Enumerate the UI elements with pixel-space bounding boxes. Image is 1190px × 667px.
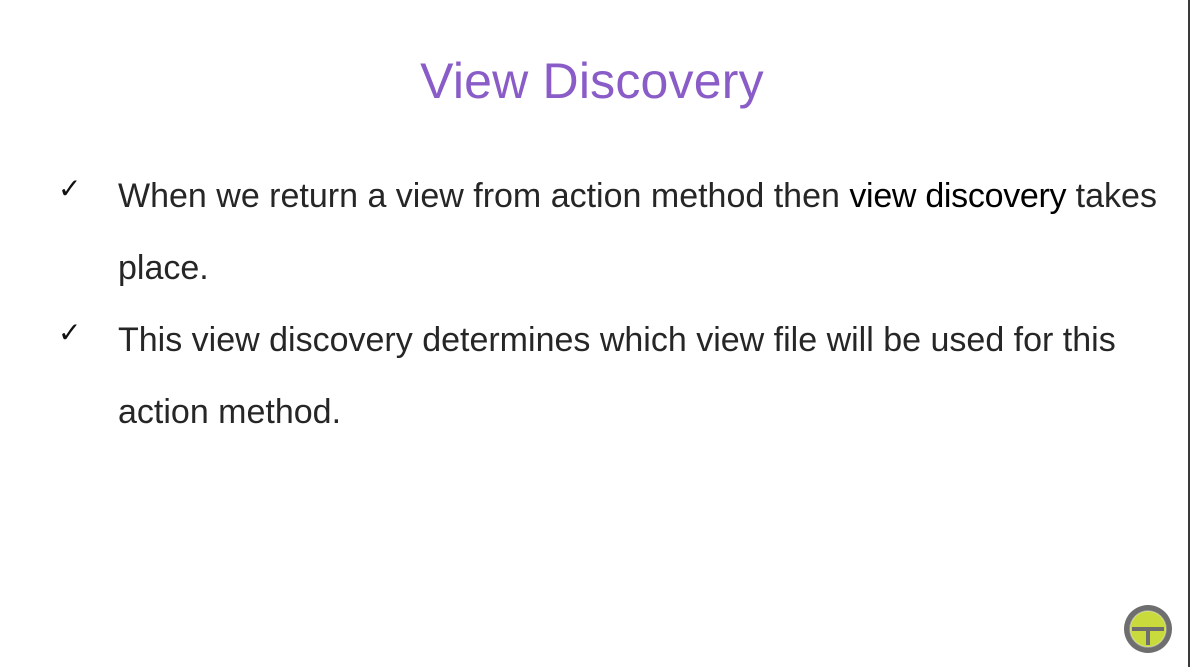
slide-title: View Discovery — [420, 53, 764, 109]
bullet-text-before: When we return a view from action method… — [118, 177, 850, 215]
bullet-item: ✓ When we return a view from action meth… — [58, 160, 1158, 304]
check-icon: ✓ — [58, 316, 82, 349]
g-logo-icon — [1124, 605, 1172, 653]
check-icon: ✓ — [58, 172, 82, 205]
bullet-list: ✓ When we return a view from action meth… — [58, 160, 1158, 448]
bullet-item: ✓ This view discovery determines which v… — [58, 304, 1158, 448]
slide: View Discovery ✓ When we return a view f… — [0, 0, 1190, 667]
bullet-text: This view discovery determines which vie… — [118, 321, 1116, 431]
bullet-emphasis-text: view discovery — [849, 177, 1067, 215]
